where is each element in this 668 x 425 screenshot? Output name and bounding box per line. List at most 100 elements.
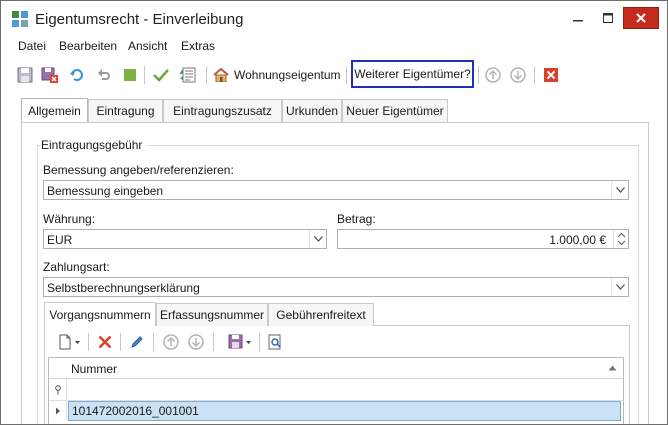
document-list-button[interactable] xyxy=(180,64,198,86)
check-icon xyxy=(153,69,169,82)
undo-icon xyxy=(98,69,110,80)
row-pointer-icon xyxy=(55,407,60,415)
filter-row[interactable] xyxy=(49,379,623,401)
bemessung-select[interactable]: Bemessung eingeben xyxy=(43,180,629,200)
menu-datei[interactable]: Datei xyxy=(18,39,46,53)
tab-erfassungsnummer[interactable]: Erfassungsnummer xyxy=(156,303,268,326)
edit-item-button[interactable] xyxy=(127,331,147,353)
maximize-button[interactable] xyxy=(593,7,623,29)
table-row[interactable]: 101472002016_001001 xyxy=(49,401,623,421)
remove-item-button[interactable] xyxy=(95,331,115,353)
waehrung-value: EUR xyxy=(47,233,73,247)
save-icon xyxy=(17,67,33,83)
move-up-button[interactable] xyxy=(483,64,503,86)
current-row-indicator xyxy=(49,401,67,421)
house-icon xyxy=(213,68,229,82)
zahlungsart-select[interactable]: Selbstberechnungserklärung xyxy=(43,277,629,297)
delete-icon xyxy=(544,68,558,82)
grid-header: Nummer xyxy=(49,358,623,379)
group-border xyxy=(37,145,38,424)
column-header-nummer[interactable]: Nummer xyxy=(71,362,117,376)
group-border xyxy=(638,145,639,424)
menu-ansicht[interactable]: Ansicht xyxy=(128,39,167,53)
tab-vorgangsnummern[interactable]: Vorgangsnummern xyxy=(44,302,156,326)
zahlungsart-value: Selbstberechnungserklärung xyxy=(47,281,200,295)
toolbar-separator xyxy=(259,333,260,351)
title-bar: Eigentumsrecht - Einverleibung xyxy=(1,1,667,37)
chevron-down-icon[interactable] xyxy=(309,230,326,248)
window-title: Eigentumsrecht - Einverleibung xyxy=(35,11,244,28)
row-up-button[interactable] xyxy=(161,331,181,353)
chevron-down-icon[interactable] xyxy=(611,278,628,296)
toolbar-separator xyxy=(153,333,154,351)
toolbar-separator xyxy=(88,333,89,351)
toolbar-separator xyxy=(478,66,479,84)
pencil-icon xyxy=(131,336,143,348)
betrag-spinner[interactable] xyxy=(613,230,628,248)
move-down-button[interactable] xyxy=(508,64,528,86)
minimize-icon xyxy=(573,20,583,22)
red-x-icon xyxy=(98,335,112,349)
menu-extras[interactable]: Extras xyxy=(181,39,215,53)
toolbar-separator xyxy=(120,333,121,351)
tab-allgemein[interactable]: Allgemein xyxy=(21,98,88,122)
toolbar-separator xyxy=(346,66,347,84)
delete-button[interactable] xyxy=(541,64,561,86)
tab-neuer-eigentuemer[interactable]: Neuer Eigentümer xyxy=(342,99,448,122)
toolbar-separator xyxy=(144,66,145,84)
maximize-icon xyxy=(603,13,613,23)
save-close-icon xyxy=(41,67,58,83)
save-dropdown-icon xyxy=(228,334,251,349)
vorgangsnummern-grid: Nummer 101472002016_001001 xyxy=(48,357,624,424)
toolbar-separator xyxy=(534,66,535,84)
undo-button[interactable] xyxy=(94,64,114,86)
refresh-button[interactable] xyxy=(67,64,87,86)
table-cell-nummer[interactable]: 101472002016_001001 xyxy=(68,401,621,421)
weiterer-eigentuemer-label: Weiterer Eigentümer? xyxy=(354,67,471,81)
stop-button[interactable] xyxy=(120,64,140,86)
filter-row-indicator xyxy=(49,379,67,400)
arrow-down-circle-icon xyxy=(188,334,204,350)
waehrung-select[interactable]: EUR xyxy=(43,229,327,249)
chevron-down-icon[interactable] xyxy=(611,181,628,199)
document-icon xyxy=(182,67,196,83)
sort-ascending-icon xyxy=(608,365,617,371)
menu-bearbeiten[interactable]: Bearbeiten xyxy=(59,39,117,53)
cell-value: 101472002016_001001 xyxy=(72,404,199,418)
tab-gebuehrenfreitext[interactable]: Gebührenfreitext xyxy=(268,303,374,326)
wohnungseigentum-label: Wohnungseigentum xyxy=(234,68,341,82)
save-close-button[interactable] xyxy=(39,64,61,86)
minimize-button[interactable] xyxy=(563,7,593,29)
tab-eintragungszusatz[interactable]: Eintragungszusatz xyxy=(163,99,282,122)
close-button[interactable] xyxy=(623,7,659,29)
arrow-down-circle-icon xyxy=(510,67,526,83)
wohnungseigentum-button[interactable]: Wohnungseigentum xyxy=(213,64,341,86)
search-document-button[interactable] xyxy=(265,331,285,353)
bemessung-value: Bemessung eingeben xyxy=(47,184,164,198)
new-document-icon xyxy=(59,334,80,350)
betrag-value: 1.000,00 € xyxy=(549,233,606,247)
save-dropdown-button[interactable] xyxy=(227,331,255,353)
app-icon xyxy=(12,11,28,27)
close-icon xyxy=(636,13,646,23)
save-button[interactable] xyxy=(15,64,35,86)
arrow-up-circle-icon xyxy=(163,334,179,350)
waehrung-label: Währung: xyxy=(43,212,96,226)
tab-eintragung[interactable]: Eintragung xyxy=(88,99,163,122)
toolbar-separator xyxy=(206,66,207,84)
spin-arrows-icon xyxy=(617,232,626,246)
refresh-icon xyxy=(70,69,83,81)
row-down-button[interactable] xyxy=(186,331,206,353)
bemessung-label: Bemessung angeben/referenzieren: xyxy=(43,163,234,177)
group-legend: Eintragungsgebühr xyxy=(41,138,147,152)
arrow-up-circle-icon xyxy=(485,67,501,83)
window: Eigentumsrecht - Einverleibung Datei Bea… xyxy=(0,0,668,425)
pin-icon xyxy=(54,384,61,394)
check-button[interactable] xyxy=(151,64,171,86)
document-search-icon xyxy=(268,334,281,350)
betrag-input[interactable]: 1.000,00 € xyxy=(337,229,629,249)
toolbar: Wohnungseigentum xyxy=(1,61,667,89)
tab-urkunden[interactable]: Urkunden xyxy=(282,99,342,122)
new-item-button[interactable] xyxy=(56,331,84,353)
weiterer-eigentuemer-button[interactable]: Weiterer Eigentümer? xyxy=(351,60,474,88)
